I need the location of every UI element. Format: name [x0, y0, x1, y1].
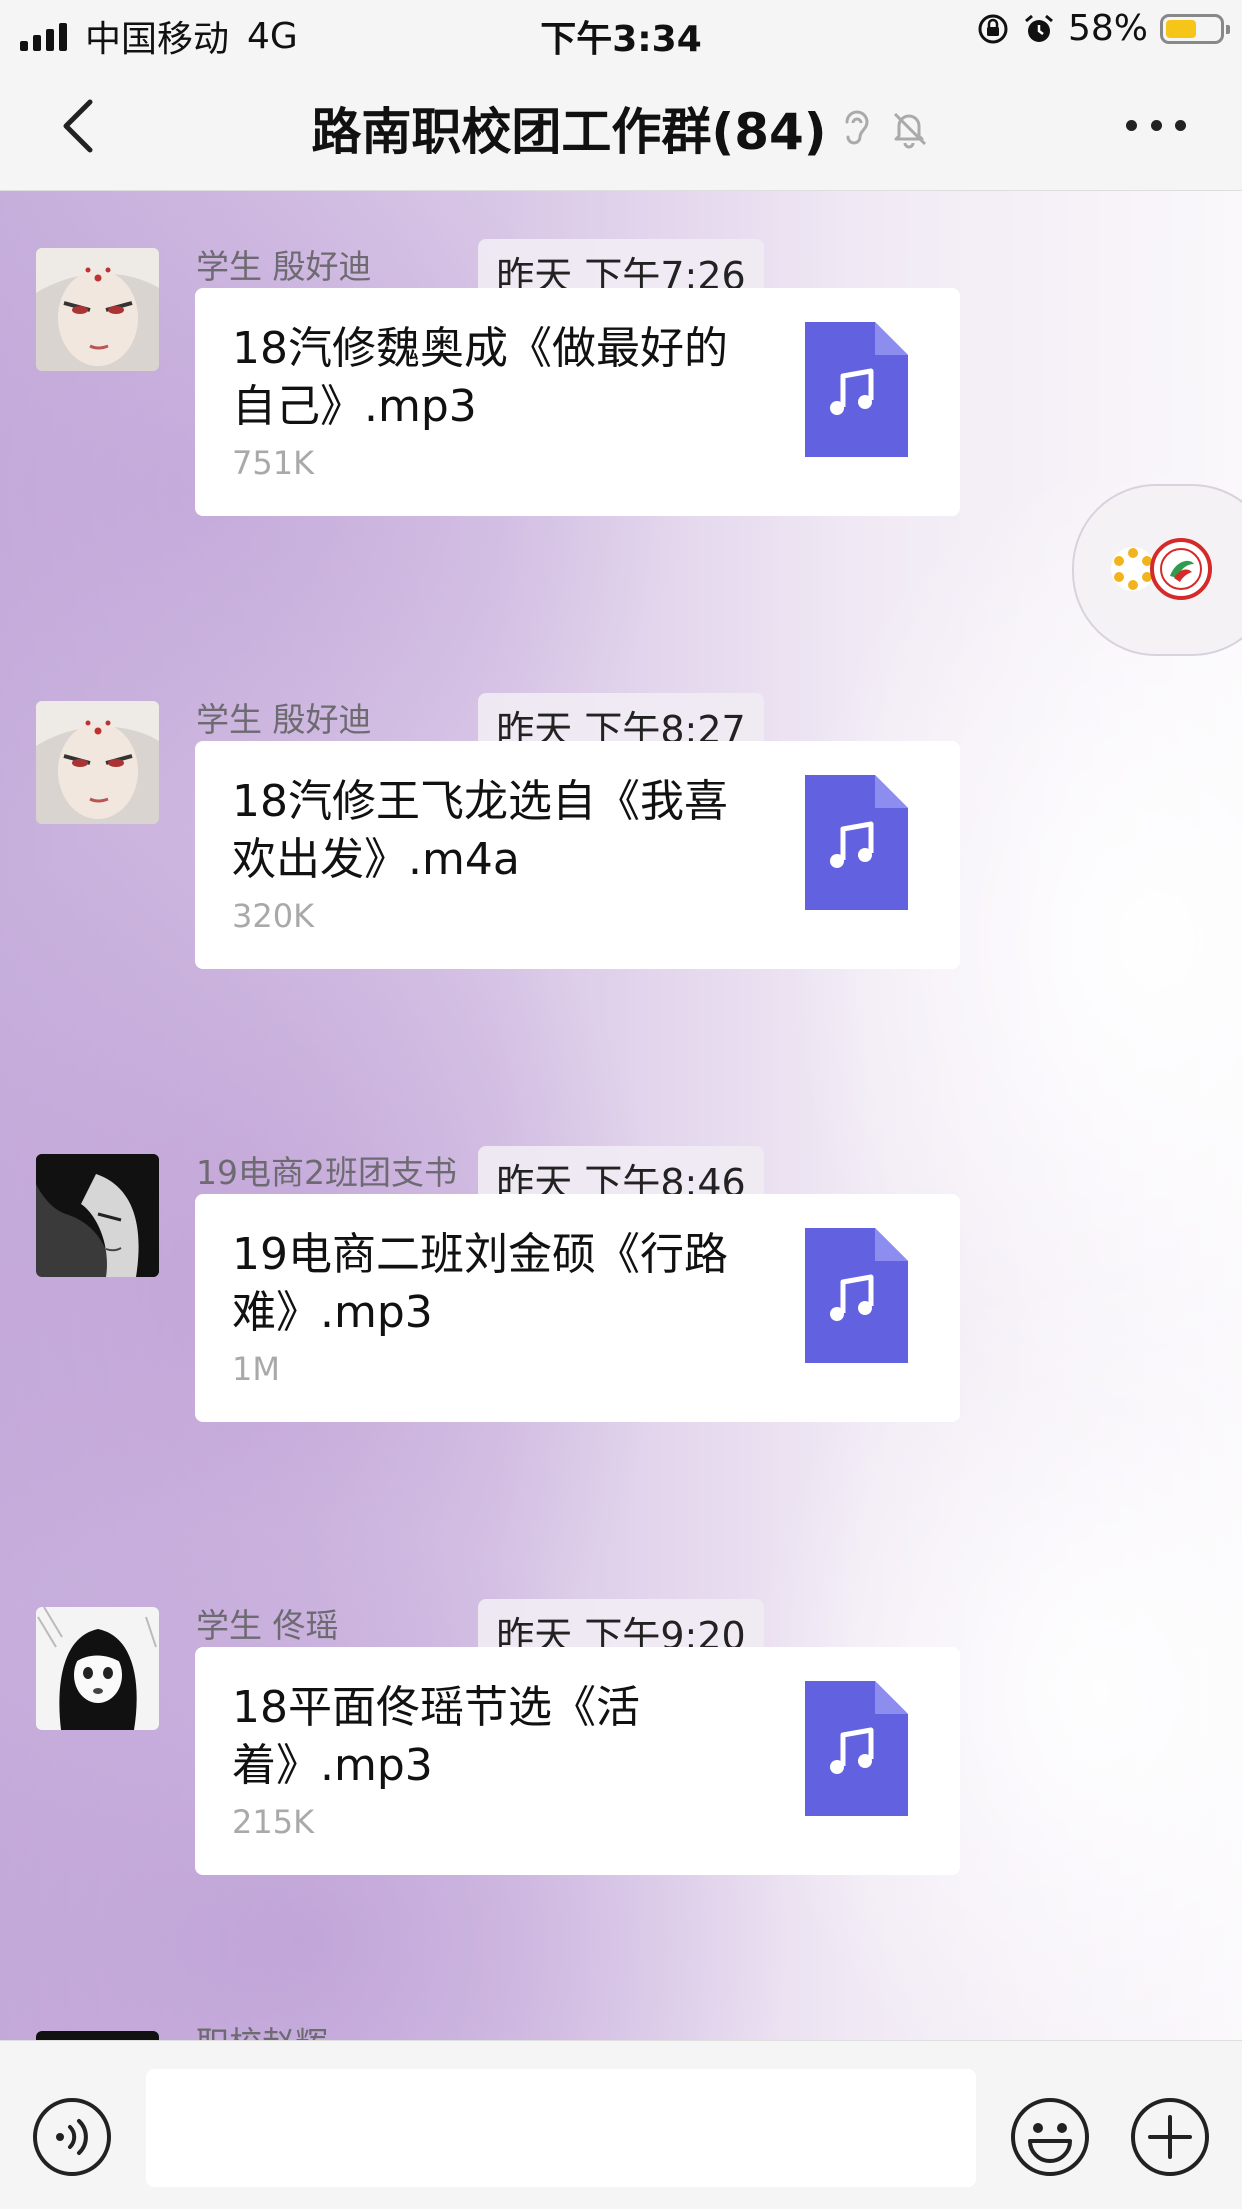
audio-file-icon: [805, 775, 908, 910]
file-size: 215K: [232, 1803, 315, 1841]
voice-icon[interactable]: [32, 2097, 112, 2177]
status-right: 58%: [976, 8, 1230, 49]
emoji-icon[interactable]: [1010, 2097, 1090, 2177]
rotation-lock-icon: [978, 14, 1008, 43]
file-name: 18汽修王飞龙选自《我喜欢出发》.m4a: [232, 776, 728, 885]
audio-file-icon: [805, 1681, 908, 1816]
nav-bar: 路南职校团工作群(84): [0, 62, 1242, 191]
battery-icon: [1160, 13, 1230, 44]
battery-percent: 58%: [1067, 8, 1148, 49]
audio-file-icon: [805, 1228, 908, 1363]
youth-league-logo-icon: [1150, 538, 1212, 600]
bell-muted-icon: [893, 112, 926, 149]
file-name: 19电商二班刘金硕《行路难》.mp3: [232, 1229, 728, 1338]
file-bubble[interactable]: 18平面佟瑶节选《活着》.mp3 215K: [195, 1647, 960, 1875]
file-bubble[interactable]: 19电商二班刘金硕《行路难》.mp3 1M: [195, 1194, 960, 1422]
avatar[interactable]: [36, 1607, 159, 1730]
file-bubble[interactable]: 18汽修王飞龙选自《我喜欢出发》.m4a 320K: [195, 741, 960, 969]
chat-title: 路南职校团工作群(84): [311, 103, 827, 161]
sender-name: 学生 殷好迪: [196, 700, 372, 739]
status-bar: 中国移动 4G 下午3:34 58%: [0, 0, 1242, 62]
ear-icon: [845, 110, 869, 145]
sender-name: 学生 佟瑶: [196, 1606, 339, 1645]
avatar[interactable]: [36, 248, 159, 371]
file-name: 18汽修魏奥成《做最好的自己》.mp3: [232, 323, 728, 432]
battery-fill: [1166, 19, 1196, 38]
audio-file-icon: [805, 322, 908, 457]
file-size: 320K: [232, 897, 315, 935]
alarm-icon: [1025, 14, 1053, 42]
more-icon[interactable]: [1126, 110, 1186, 140]
chat-area[interactable]: 昨天 下午7:26 学生 殷好迪 18汽修魏奥成《做最好的自己》.mp3 751…: [0, 191, 1242, 2040]
file-size: 1M: [232, 1350, 280, 1388]
sender-name: 19电商2班团支书: [196, 1153, 457, 1192]
file-size: 751K: [232, 444, 315, 482]
avatar[interactable]: [36, 701, 159, 824]
plus-icon[interactable]: [1130, 2097, 1210, 2177]
chat-title-container[interactable]: 路南职校团工作群(84): [0, 92, 1242, 164]
file-name: 18平面佟瑶节选《活着》.mp3: [232, 1682, 640, 1791]
avatar[interactable]: [36, 1154, 159, 1277]
message-input[interactable]: [146, 2069, 976, 2187]
sender-name: 职校赵辉: [196, 2017, 328, 2040]
sender-name: 学生 殷好迪: [196, 247, 372, 286]
file-bubble[interactable]: 18汽修魏奥成《做最好的自己》.mp3 751K: [195, 288, 960, 516]
avatar[interactable]: [36, 2031, 159, 2040]
input-bar: [0, 2040, 1242, 2209]
floating-app-widget[interactable]: [1072, 484, 1242, 656]
